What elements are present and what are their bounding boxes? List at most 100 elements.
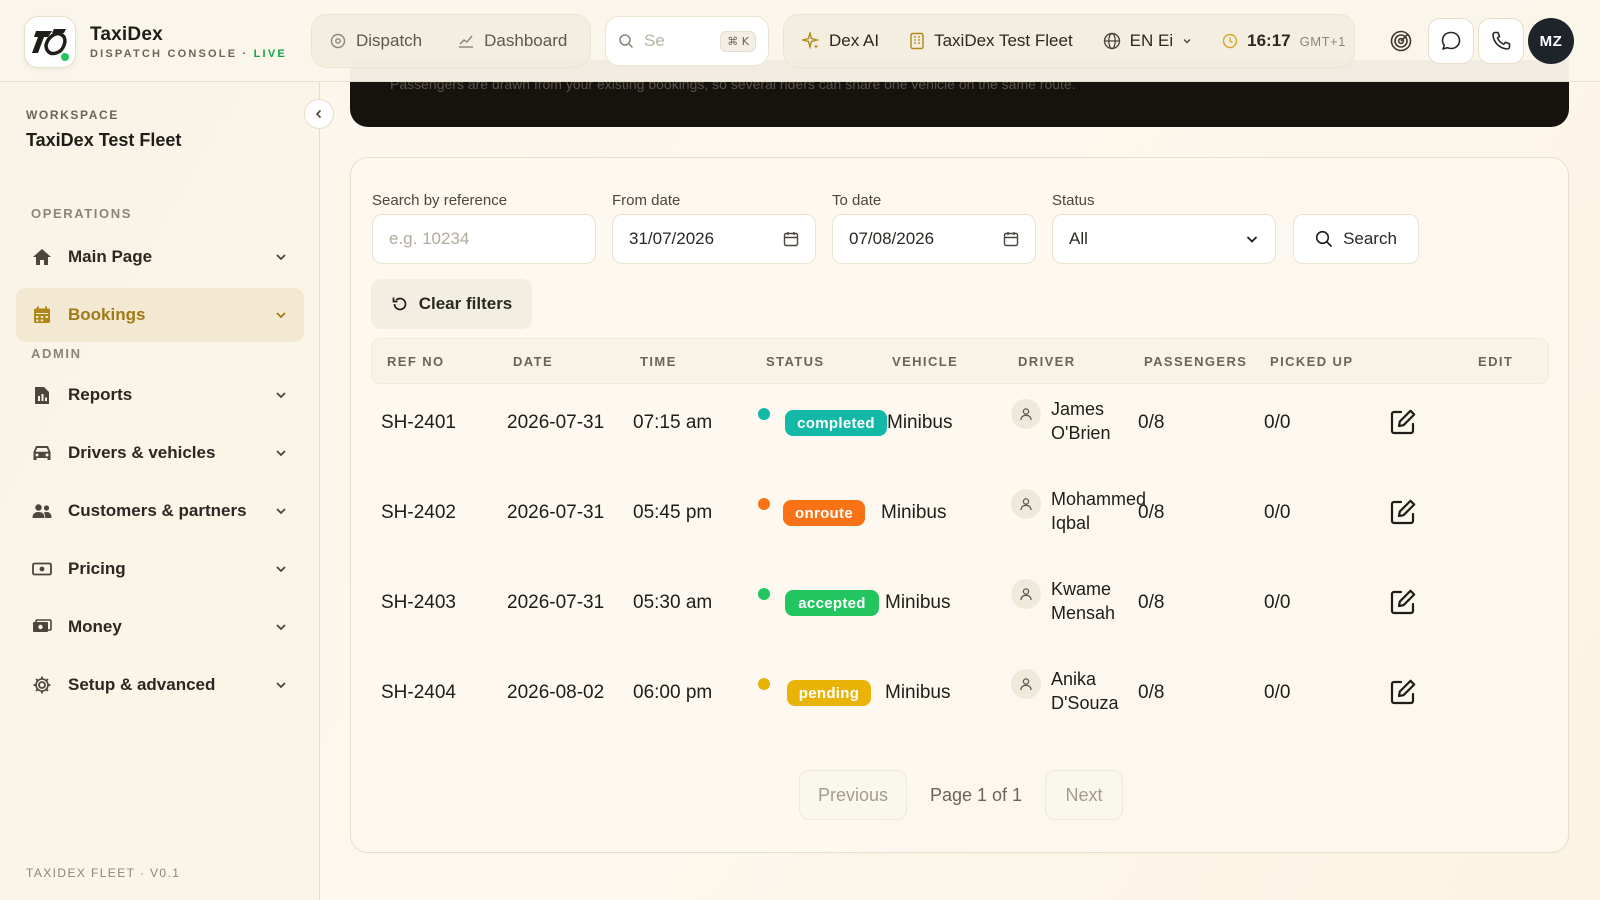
col-vehicle[interactable]: VEHICLE [892,354,958,369]
search-button[interactable]: Search [1293,214,1419,264]
cell-date: 2026-08-02 [507,682,605,703]
calendar-icon[interactable] [1003,231,1019,247]
edit-icon[interactable] [1387,676,1419,708]
fleet-selector[interactable]: TaxiDex Test Fleet [909,31,1073,51]
col-edit: EDIT [1478,354,1514,369]
sidebar-item-money[interactable]: Money [16,600,304,654]
reference-input[interactable] [389,229,579,249]
chevron-down-icon [274,504,288,518]
sidebar-item-drivers-vehicles[interactable]: Drivers & vehicles [16,426,304,480]
cell-driver[interactable]: Kwame Mensah [1051,577,1147,625]
money-icon [32,617,52,637]
cell-passengers: 0/8 [1138,682,1165,703]
col-passengers[interactable]: PASSENGERS [1144,354,1247,369]
taxidex-logo-icon [24,16,76,68]
cell-driver[interactable]: Anika D'Souza [1051,667,1147,715]
sidebar-item-customers-partners[interactable]: Customers & partners [16,484,304,538]
chat-button[interactable] [1428,18,1474,64]
phone-button[interactable] [1478,18,1524,64]
sidebar-item-label: Setup & advanced [68,675,216,694]
edit-icon[interactable] [1387,406,1419,438]
sidebar-collapse-button[interactable] [304,99,334,129]
cell-time: 05:45 pm [633,502,713,523]
driver-avatar-icon [1011,579,1041,609]
sidebar-item-reports[interactable]: Reports [16,368,304,422]
top-header: TaxiDex DISPATCH CONSOLE · LIVE Dispatch… [0,0,1600,82]
to-date-field[interactable]: 07/08/2026 [832,214,1036,264]
from-date-field[interactable]: 31/07/2026 [612,214,816,264]
nav-dashboard[interactable]: Dashboard [458,31,567,51]
search-icon [619,34,634,49]
language-selector[interactable]: EN Ei [1103,31,1192,51]
to-date-value: 07/08/2026 [849,229,935,248]
cell-ref: SH-2404 [381,682,456,703]
edit-icon[interactable] [1387,586,1419,618]
table-row[interactable]: SH-2402 2026-07-31 05:45 pm onroute Minibus M… [371,470,1549,558]
global-search[interactable]: ⌘ K [605,16,769,66]
language-label: EN Ei [1129,31,1174,50]
edit-icon[interactable] [1387,496,1419,528]
calendar-icon[interactable] [783,231,799,247]
cell-vehicle: Minibus [885,592,951,613]
brand[interactable]: TaxiDex DISPATCH CONSOLE · LIVE [24,16,287,68]
reference-field[interactable] [372,214,596,264]
col-date[interactable]: DATE [513,354,553,369]
status-dot [758,498,770,510]
sidebar-item-label: Bookings [68,305,146,324]
global-search-input[interactable] [644,31,684,51]
next-page-button[interactable]: Next [1045,770,1123,820]
sidebar-item-label: Reports [68,385,133,404]
shortcut-hint: ⌘ K [720,30,756,52]
clock-timezone: GMT+1 [1299,33,1346,49]
status-dot [758,588,770,600]
col-ref-no[interactable]: REF NO [387,354,445,369]
chat-bubble-icon [1441,31,1461,50]
status-label: Status [1052,192,1095,209]
chevron-down-icon [1245,232,1259,246]
clear-filters-label: Clear filters [418,294,513,313]
table-row[interactable]: SH-2403 2026-07-31 05:30 am accepted Minibus… [371,560,1549,648]
search-icon [1315,230,1333,248]
sidebar-item-label: Customers & partners [68,501,247,520]
cell-driver[interactable]: James O'Brien [1051,397,1147,445]
page-info: Page 1 of 1 [929,784,1023,805]
top-nav: Dispatch Dashboard [311,14,591,68]
cell-passengers: 0/8 [1138,502,1165,523]
chevron-down-icon [1183,39,1191,44]
driver-avatar-icon [1011,489,1041,519]
sidebar-item-label: Main Page [68,247,153,266]
chevron-down-icon [274,562,288,576]
col-status[interactable]: STATUS [766,354,824,369]
user-avatar[interactable]: MZ [1528,18,1574,64]
col-picked-up[interactable]: PICKED UP [1270,354,1353,369]
chevron-left-icon [315,109,322,119]
cell-date: 2026-07-31 [507,592,605,613]
bookings-card: Search by reference From date 31/07/2026… [350,157,1569,853]
cell-driver[interactable]: Mohammed Iqbal [1051,487,1147,535]
app-version: TAXIDEX FLEET · V0.1 [26,866,181,880]
radar-button[interactable] [1378,18,1424,64]
table-row[interactable]: SH-2401 2026-07-31 07:15 am completed Minibu… [371,380,1549,468]
clear-filters-button[interactable]: Clear filters [371,279,532,329]
status-dot [758,408,770,420]
previous-page-button[interactable]: Previous [799,770,907,820]
radar-icon [1390,30,1412,52]
table-row[interactable]: SH-2404 2026-08-02 06:00 pm pending Minibus A… [371,650,1549,738]
dex-ai-button[interactable]: Dex AI [802,31,879,51]
sidebar-item-pricing[interactable]: Pricing [16,542,304,596]
nav-dispatch[interactable]: Dispatch [330,31,422,51]
chart-line-icon [459,35,474,48]
sidebar-item-bookings[interactable]: Bookings [16,288,304,342]
col-driver[interactable]: DRIVER [1018,354,1076,369]
admin-section-label: ADMIN [31,346,82,361]
sidebar-item-setup-advanced[interactable]: Setup & advanced [16,658,304,712]
cell-time: 06:00 pm [633,682,713,703]
col-time[interactable]: TIME [640,354,677,369]
home-icon [32,247,52,267]
status-select[interactable]: All [1052,214,1276,264]
sidebar-item-main-page[interactable]: Main Page [16,230,304,284]
cell-time: 07:15 am [633,412,713,433]
cell-ref: SH-2403 [381,592,456,613]
status-badge: completed [785,410,887,436]
cell-ref: SH-2401 [381,412,456,433]
